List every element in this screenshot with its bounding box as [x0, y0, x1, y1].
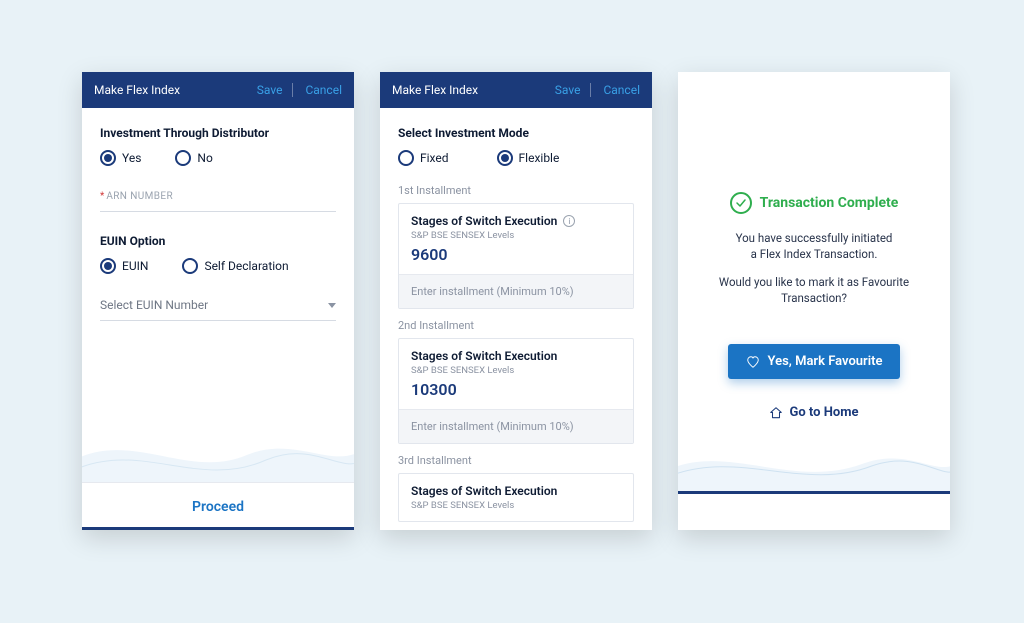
radio-no[interactable]: No [175, 150, 212, 166]
cancel-button[interactable]: Cancel [603, 83, 640, 97]
heart-icon [746, 355, 760, 369]
success-message: You have successfully initiated a Flex I… [736, 230, 893, 262]
installment-3-sub: S&P BSE SENSEX Levels [411, 500, 621, 511]
radio-icon [175, 150, 191, 166]
installment-1-title: Stages of Switch Execution [411, 214, 557, 228]
radio-fixed[interactable]: Fixed [398, 150, 449, 166]
cancel-button[interactable]: Cancel [305, 83, 342, 97]
success-row: Transaction Complete [730, 192, 899, 214]
installment-1-card: Stages of Switch Execution i S&P BSE SEN… [398, 203, 634, 309]
radio-self-declaration[interactable]: Self Declaration [182, 258, 288, 274]
screen-investment-mode: Make Flex Index Save Cancel Select Inves… [380, 72, 652, 530]
installment-3-title: Stages of Switch Execution [411, 484, 557, 498]
mark-favourite-label: Yes, Mark Favourite [768, 354, 883, 369]
installment-3-card: Stages of Switch Execution S&P BSE SENSE… [398, 473, 634, 522]
radio-icon [398, 150, 414, 166]
decorative-wave [82, 420, 354, 490]
section-investment-label: Investment Through Distributor [100, 126, 336, 140]
success-title: Transaction Complete [760, 195, 899, 211]
select-euin-placeholder: Select EUIN Number [100, 298, 208, 312]
chevron-down-icon [328, 303, 336, 308]
installment-1-value: 9600 [411, 245, 621, 264]
arn-number-field[interactable]: *ARN NUMBER [100, 184, 336, 212]
installment-2-caption: 2nd Installment [398, 319, 634, 332]
required-asterisk: * [100, 191, 104, 202]
titlebar-divider [590, 83, 591, 97]
titlebar: Make Flex Index Save Cancel [380, 72, 652, 108]
page-title: Make Flex Index [392, 83, 543, 97]
screen-distributor: Make Flex Index Save Cancel Investment T… [82, 72, 354, 530]
section-mode-label: Select Investment Mode [398, 126, 634, 140]
installment-3-caption: 3rd Installment [398, 454, 634, 467]
radio-self-label: Self Declaration [204, 259, 288, 273]
radio-icon [497, 150, 513, 166]
installment-2-sub: S&P BSE SENSEX Levels [411, 365, 621, 376]
select-euin-number[interactable]: Select EUIN Number [100, 292, 336, 321]
installment-2-card: Stages of Switch Execution S&P BSE SENSE… [398, 338, 634, 444]
favourite-question: Would you like to mark it as Favourite T… [696, 274, 932, 306]
save-button[interactable]: Save [257, 83, 283, 97]
home-icon [769, 406, 783, 420]
info-icon[interactable]: i [563, 215, 575, 227]
radio-flexible[interactable]: Flexible [497, 150, 560, 166]
radio-yes[interactable]: Yes [100, 150, 141, 166]
section-euin-label: EUIN Option [100, 234, 336, 248]
radio-icon [100, 150, 116, 166]
installment-1-input[interactable]: Enter installment (Minimum 10%) [399, 274, 633, 308]
installment-1-sub: S&P BSE SENSEX Levels [411, 230, 621, 241]
radio-icon [182, 258, 198, 274]
arn-placeholder: ARN NUMBER [106, 191, 173, 202]
check-circle-icon [730, 192, 752, 214]
go-home-link[interactable]: Go to Home [769, 405, 858, 420]
go-home-label: Go to Home [789, 405, 858, 420]
proceed-label: Proceed [192, 499, 244, 515]
installment-2-title: Stages of Switch Execution [411, 349, 557, 363]
proceed-button[interactable]: Proceed [82, 482, 354, 530]
installment-2-value: 10300 [411, 380, 621, 399]
mark-favourite-button[interactable]: Yes, Mark Favourite [728, 344, 901, 379]
radio-yes-label: Yes [122, 151, 141, 165]
installment-2-input[interactable]: Enter installment (Minimum 10%) [399, 409, 633, 443]
radio-euin[interactable]: EUIN [100, 258, 148, 274]
radio-no-label: No [197, 151, 212, 165]
radio-flexible-label: Flexible [519, 151, 560, 165]
installment-1-caption: 1st Installment [398, 184, 634, 197]
accent-strip [678, 491, 950, 494]
radio-icon [100, 258, 116, 274]
screen-transaction-complete: Transaction Complete You have successful… [678, 72, 950, 530]
radio-fixed-label: Fixed [420, 151, 449, 165]
radio-euin-label: EUIN [122, 259, 148, 273]
titlebar-divider [292, 83, 293, 97]
decorative-wave [678, 434, 950, 494]
titlebar: Make Flex Index Save Cancel [82, 72, 354, 108]
accent-strip [82, 527, 354, 530]
field-underline [100, 211, 336, 212]
save-button[interactable]: Save [555, 83, 581, 97]
page-title: Make Flex Index [94, 83, 245, 97]
